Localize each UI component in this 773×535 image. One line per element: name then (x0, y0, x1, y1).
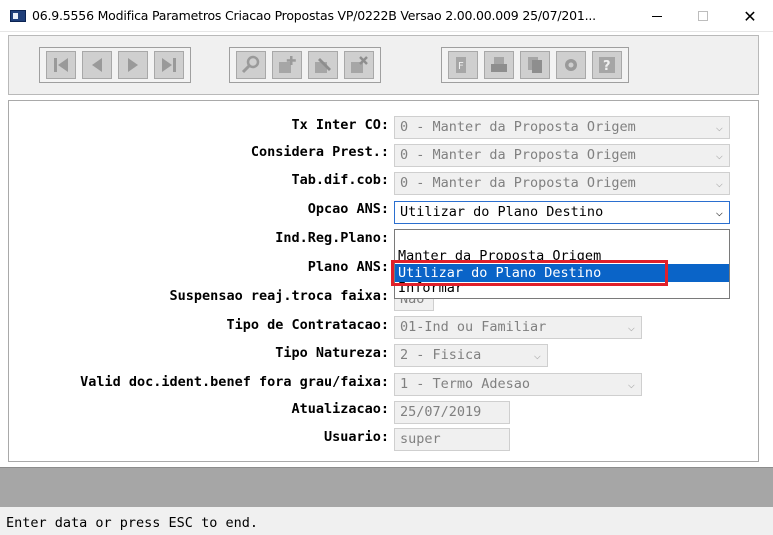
tx-inter-co-select[interactable]: 0 - Manter da Proposta Origem ⌵ (394, 116, 730, 139)
filter-icon: F (456, 57, 466, 73)
valid-doc-ident-select[interactable]: 1 - Termo Adesao ⌵ (394, 373, 642, 396)
copy-icon (528, 57, 542, 73)
edit-group (229, 47, 381, 83)
filter-button[interactable]: F (448, 51, 478, 79)
tab-dif-cob-label: Tab.dif.cob: (291, 172, 389, 188)
previous-record-button[interactable] (82, 51, 112, 79)
help-icon: ? (599, 57, 615, 74)
print-button[interactable] (484, 51, 514, 79)
opcao-ans-select[interactable]: Utilizar do Plano Destino ⌵ (394, 201, 730, 224)
tipo-natureza-label: Tipo Natureza: (275, 345, 389, 361)
tipo-natureza-select[interactable]: 2 - Fisica ⌵ (394, 344, 548, 367)
opcao-ans-label: Opcao ANS: (307, 201, 389, 217)
delete-icon (351, 56, 368, 73)
close-icon: ✕ (743, 6, 757, 26)
tools-button[interactable] (556, 51, 586, 79)
maximize-icon (698, 11, 708, 21)
print-icon (491, 57, 507, 72)
first-icon (54, 58, 68, 72)
chevron-down-icon: ⌵ (533, 348, 541, 362)
chevron-down-icon: ⌵ (627, 377, 635, 391)
svg-text:?: ? (603, 59, 611, 74)
valid-doc-ident-label: Valid doc.ident.benef fora grau/faixa: (80, 374, 389, 390)
atualizacao-field[interactable]: 25/07/2019 (394, 401, 510, 424)
minimize-button[interactable] (634, 0, 680, 32)
delete-button[interactable] (344, 51, 374, 79)
tools-group: F ? (441, 47, 629, 83)
edit-button[interactable] (308, 51, 338, 79)
tools-icon (565, 59, 577, 71)
search-icon (241, 55, 260, 74)
minimize-icon (652, 15, 662, 17)
toolbar: F ? (8, 35, 759, 95)
tx-inter-co-label: Tx Inter CO: (291, 117, 389, 133)
navigation-group (39, 47, 191, 83)
ind-reg-plano-label: Ind.Reg.Plano: (275, 230, 389, 246)
search-button[interactable] (236, 51, 266, 79)
tipo-contratacao-select[interactable]: 01-Ind ou Familiar ⌵ (394, 316, 642, 339)
usuario-field[interactable]: super (394, 428, 510, 451)
svg-text:F: F (458, 61, 464, 72)
atualizacao-label: Atualizacao: (291, 401, 389, 417)
suspensao-reaj-label: Suspensao reaj.troca faixa: (169, 288, 389, 304)
button-bar (0, 467, 773, 507)
considera-prest-label: Considera Prest.: (250, 144, 389, 160)
app-window-icon (10, 10, 26, 22)
copy-button[interactable] (520, 51, 550, 79)
first-record-button[interactable] (46, 51, 76, 79)
next-icon (128, 58, 138, 72)
status-bar: Enter data or press ESC to end. (0, 507, 773, 535)
help-button[interactable]: ? (592, 51, 622, 79)
close-button[interactable]: ✕ (727, 0, 773, 32)
tipo-contratacao-label: Tipo de Contratacao: (226, 317, 389, 333)
tab-dif-cob-select[interactable]: 0 - Manter da Proposta Origem ⌵ (394, 172, 730, 195)
usuario-label: Usuario: (323, 429, 389, 445)
title-bar: 06.9.5556 Modifica Parametros Criacao Pr… (0, 0, 773, 32)
window-title: 06.9.5556 Modifica Parametros Criacao Pr… (32, 8, 596, 23)
next-record-button[interactable] (118, 51, 148, 79)
chevron-down-icon: ⌵ (715, 205, 723, 219)
last-icon (162, 58, 176, 72)
plano-ans-label: Plano ANS: (307, 259, 389, 275)
annotation-highlight (391, 260, 668, 286)
chevron-down-icon: ⌵ (715, 176, 723, 190)
status-message: Enter data or press ESC to end. (6, 515, 258, 531)
edit-icon (315, 58, 331, 73)
maximize-button[interactable] (680, 0, 726, 32)
chevron-down-icon: ⌵ (627, 320, 635, 334)
add-icon (279, 56, 296, 73)
chevron-down-icon: ⌵ (715, 120, 723, 134)
chevron-down-icon: ⌵ (715, 148, 723, 162)
considera-prest-select[interactable]: 0 - Manter da Proposta Origem ⌵ (394, 144, 730, 167)
last-record-button[interactable] (154, 51, 184, 79)
previous-icon (92, 58, 102, 72)
add-button[interactable] (272, 51, 302, 79)
